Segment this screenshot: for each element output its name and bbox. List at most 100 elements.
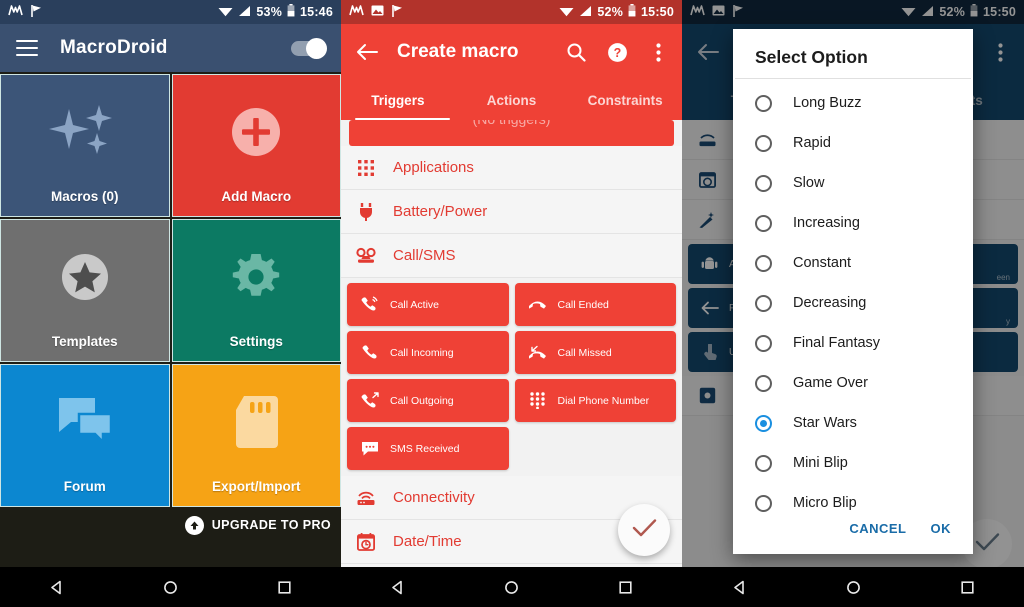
radio-icon[interactable] [755, 454, 772, 472]
triangle-back-icon[interactable] [389, 578, 407, 596]
hamburger-icon[interactable] [16, 40, 38, 56]
gear-icon [173, 220, 341, 334]
help-circle-icon[interactable]: ? [605, 40, 629, 64]
triangle-back-icon[interactable] [730, 578, 748, 596]
image-icon [371, 5, 384, 19]
option-game-over[interactable]: Game Over [733, 363, 973, 403]
dialog-title: Select Option [755, 47, 868, 67]
radio-icon[interactable] [755, 374, 772, 392]
radio-icon[interactable] [755, 214, 772, 232]
chip-call-outgoing[interactable]: Call Outgoing [347, 379, 509, 422]
square-recents-icon[interactable] [275, 578, 293, 596]
category-label: Date/Time [393, 533, 462, 550]
option-slow[interactable]: Slow [733, 163, 973, 203]
tile-label: Settings [229, 334, 283, 349]
master-toggle[interactable] [291, 37, 327, 59]
option-mini-blip[interactable]: Mini Blip [733, 443, 973, 483]
chip-call-incoming[interactable]: Call Incoming [347, 331, 509, 374]
chip-dial-phone-number[interactable]: Dial Phone Number [514, 379, 676, 422]
tile-forum[interactable]: Forum [0, 364, 170, 507]
chip-call-active[interactable]: Call Active [347, 283, 509, 326]
radio-icon[interactable] [755, 134, 772, 152]
tile-add-macro[interactable]: Add Macro [171, 74, 341, 217]
circle-home-icon[interactable] [502, 578, 520, 596]
wifi-icon [559, 5, 574, 20]
tile-export-import[interactable]: Export/Import [171, 364, 341, 507]
page-title: MacroDroid [60, 37, 168, 58]
chip-label: SMS Received [390, 442, 460, 455]
tab-actions[interactable]: Actions [455, 80, 569, 120]
radio-icon[interactable] [755, 174, 772, 192]
tile-settings[interactable]: Settings [171, 219, 341, 362]
apps-grid-icon [355, 159, 377, 176]
circle-home-icon[interactable] [161, 578, 179, 596]
option-label: Decreasing [793, 295, 867, 311]
search-icon[interactable] [564, 40, 588, 64]
option-final-fantasy[interactable]: Final Fantasy [733, 323, 973, 363]
tile-label: Export/Import [211, 479, 301, 494]
option-label: Mini Blip [793, 455, 848, 471]
trigger-category-list[interactable]: Applications Battery/Power Call/SMS Call… [341, 146, 682, 586]
battery-percent: 53% [256, 5, 283, 19]
option-label: Slow [793, 175, 825, 191]
radio-icon[interactable] [755, 294, 772, 312]
option-label: Long Buzz [793, 95, 862, 111]
category-battery-power[interactable]: Battery/Power [341, 190, 682, 234]
tab-constraints[interactable]: Constraints [568, 80, 682, 120]
macrodroid-icon [8, 4, 23, 20]
option-list[interactable]: Long Buzz Rapid Slow Increasing Constant [733, 79, 973, 513]
home-tile-grid: Macros (0) Add Macro Templates Settings [0, 72, 341, 507]
overflow-menu-icon[interactable] [646, 40, 670, 64]
radio-icon[interactable] [755, 254, 772, 272]
square-recents-icon[interactable] [616, 578, 634, 596]
circle-home-icon[interactable] [844, 578, 862, 596]
triangle-back-icon[interactable] [48, 578, 66, 596]
no-triggers-card[interactable]: (No triggers) [349, 120, 674, 146]
category-label: Battery/Power [393, 203, 488, 220]
screen-select-option-dialog: 52% 15:50 Tri aints [682, 0, 1024, 607]
option-star-wars[interactable]: Star Wars [733, 403, 973, 443]
cancel-button[interactable]: CANCEL [849, 521, 906, 536]
category-call-sms[interactable]: Call/SMS [341, 234, 682, 278]
macrodroid-icon [349, 4, 364, 20]
tile-label: Forum [63, 479, 106, 494]
option-constant[interactable]: Constant [733, 243, 973, 283]
chip-sms-received[interactable]: SMS Received [347, 427, 509, 470]
radio-icon[interactable] [755, 94, 772, 112]
option-label: Constant [793, 255, 852, 271]
ok-button[interactable]: OK [931, 521, 952, 536]
option-increasing[interactable]: Increasing [733, 203, 973, 243]
dialpad-icon [528, 392, 547, 409]
chip-call-ended[interactable]: Call Ended [514, 283, 676, 326]
chip-call-missed[interactable]: Call Missed [514, 331, 676, 374]
wifi-icon [218, 5, 233, 20]
svg-text:?: ? [613, 46, 621, 60]
option-decreasing[interactable]: Decreasing [733, 283, 973, 323]
category-applications[interactable]: Applications [341, 146, 682, 190]
tile-macros[interactable]: Macros (0) [0, 74, 170, 217]
screen-macrodroid-home: 53% 15:46 MacroDroid Macros (0) Add Macr… [0, 0, 341, 607]
radio-icon[interactable] [755, 494, 772, 512]
category-label: Applications [393, 159, 474, 176]
option-label: Game Over [793, 375, 868, 391]
dialog-actions: CANCEL OK [733, 513, 973, 554]
power-plug-icon [355, 202, 377, 221]
option-micro-blip[interactable]: Micro Blip [733, 483, 973, 513]
back-arrow-icon[interactable] [353, 38, 381, 66]
radio-icon[interactable] [755, 334, 772, 352]
tile-templates[interactable]: Templates [0, 219, 170, 362]
option-rapid[interactable]: Rapid [733, 123, 973, 163]
tab-triggers[interactable]: Triggers [341, 80, 455, 120]
square-recents-icon[interactable] [958, 578, 976, 596]
confirm-fab[interactable] [618, 504, 670, 556]
radio-icon-selected[interactable] [755, 414, 772, 432]
check-icon [632, 518, 657, 543]
call-active-icon [360, 296, 379, 313]
option-long-buzz[interactable]: Long Buzz [733, 83, 973, 123]
battery-icon [628, 4, 636, 20]
upgrade-label: UPGRADE TO PRO [211, 518, 331, 532]
tile-label: Templates [51, 334, 118, 349]
upgrade-to-pro-button[interactable]: UPGRADE TO PRO [0, 507, 341, 543]
telephone-icon [355, 247, 377, 264]
screen-create-macro: 52% 15:50 Create macro ? Triggers Action… [341, 0, 682, 607]
